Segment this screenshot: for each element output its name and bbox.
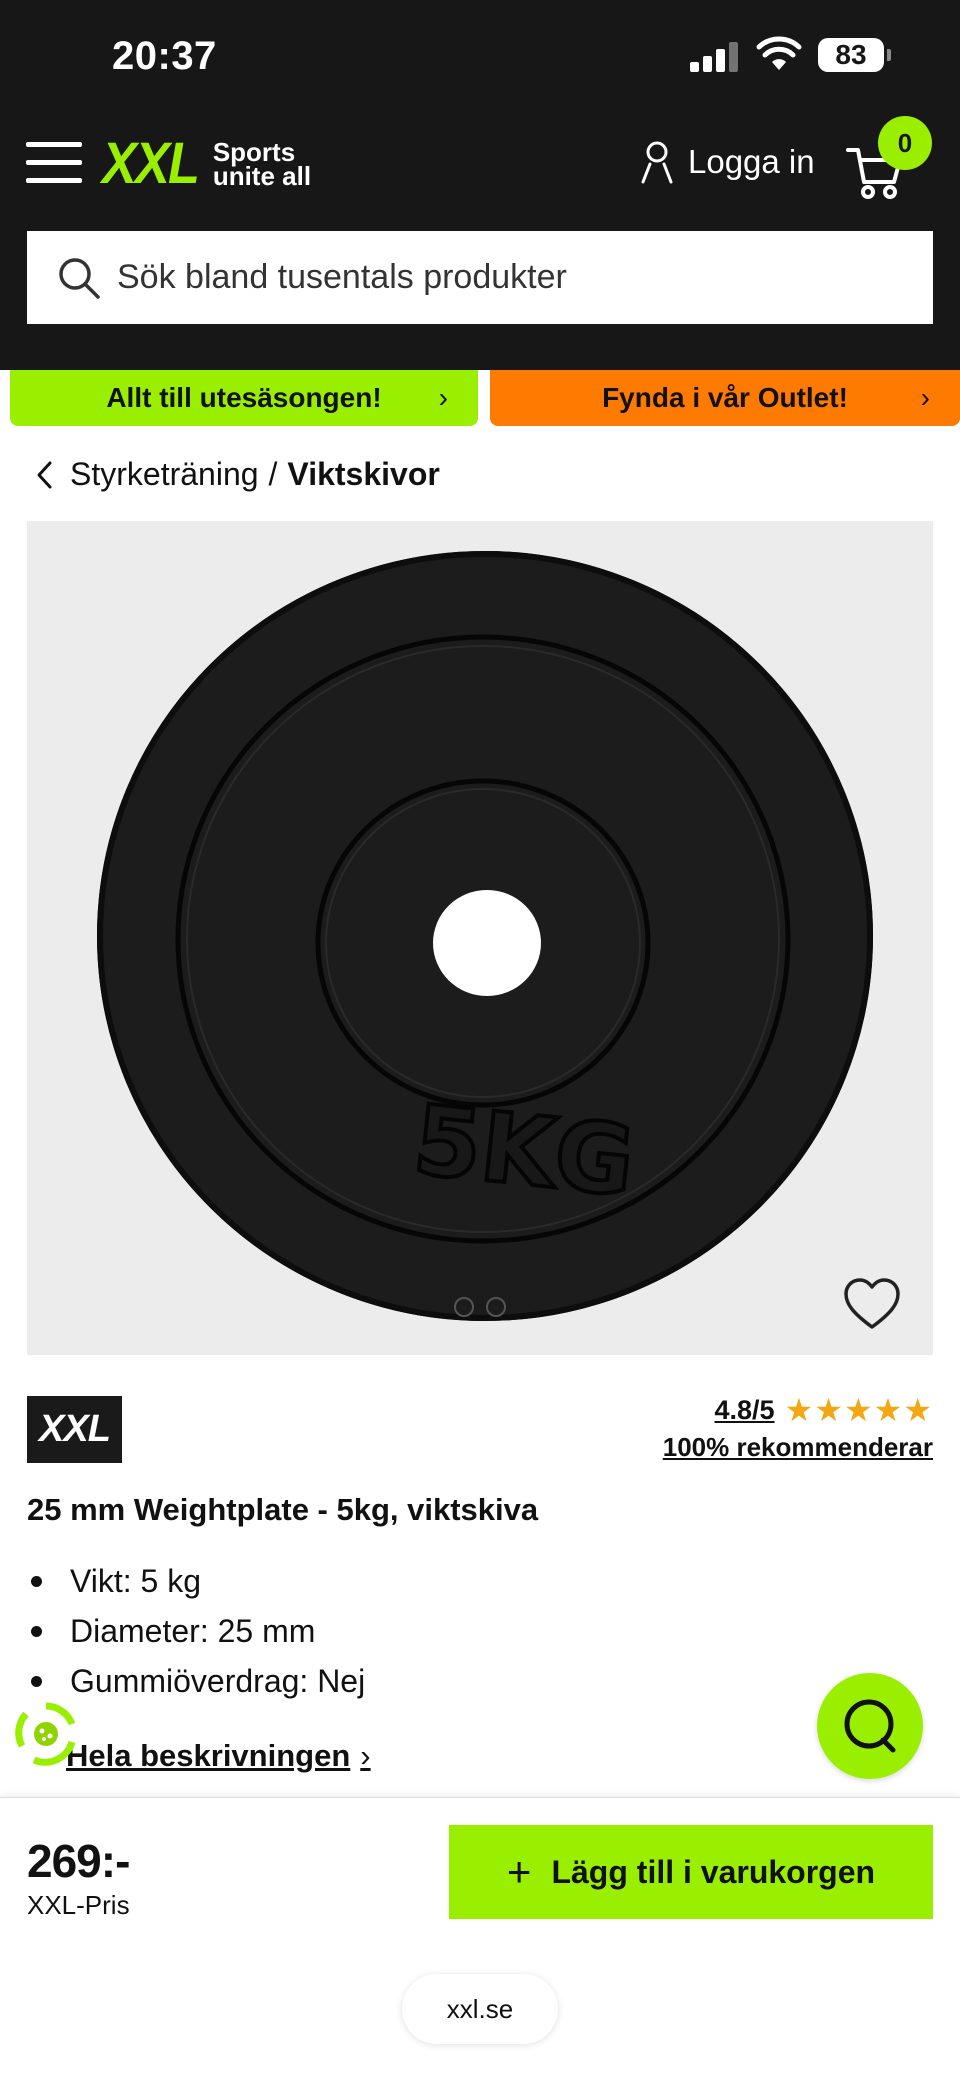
cart-count-badge: 0 xyxy=(878,116,932,170)
cellular-signal-icon xyxy=(690,40,738,72)
promo-outlet-label: Fynda i vår Outlet! xyxy=(602,382,848,413)
full-description-label: Hela beskrivningen xyxy=(66,1738,351,1773)
xxl-logo[interactable]: XXL Sports unite all xyxy=(102,134,311,194)
battery-icon: 83 xyxy=(818,38,891,72)
cookie-consent-icon[interactable] xyxy=(14,1702,78,1766)
product-price: 269:- xyxy=(27,1835,130,1887)
plus-icon: + xyxy=(506,1848,532,1895)
rating-score[interactable]: 4.8/5 xyxy=(715,1395,775,1426)
spec-item: Gummiöverdrag: Nej xyxy=(27,1656,365,1706)
chevron-left-icon[interactable] xyxy=(34,460,56,490)
status-time: 20:37 xyxy=(112,34,217,78)
user-icon xyxy=(641,141,673,184)
recommend-percentage[interactable]: 100% rekommenderar xyxy=(660,1432,933,1463)
search-input[interactable] xyxy=(117,258,877,297)
breadcrumb-current: Viktskivor xyxy=(287,456,440,492)
heart-icon[interactable] xyxy=(843,1277,901,1331)
login-label: Logga in xyxy=(688,143,815,180)
product-specs: Vikt: 5 kg Diameter: 25 mm Gummiöverdrag… xyxy=(27,1556,365,1706)
wifi-icon xyxy=(756,36,802,70)
breadcrumb: Styrketräning / Viktskivor xyxy=(34,456,440,493)
spec-item: Diameter: 25 mm xyxy=(27,1606,365,1656)
login-button[interactable]: Logga in xyxy=(640,140,815,184)
brand-logo[interactable]: XXL xyxy=(27,1396,122,1463)
logo-wordmark: XXL xyxy=(102,131,200,196)
status-bar: 20:37 83 xyxy=(0,0,960,110)
carousel-dots xyxy=(27,1297,933,1317)
add-to-cart-label: Lägg till i varukorgen xyxy=(551,1853,876,1890)
app-header: 20:37 83 XXL Sports unite all Logga in 0… xyxy=(0,0,960,370)
spec-item: Vikt: 5 kg xyxy=(27,1556,365,1606)
chevron-right-icon: › xyxy=(920,382,930,413)
promo-outdoor-season[interactable]: Allt till utesäsongen! › xyxy=(10,370,478,426)
chevron-right-icon: › xyxy=(360,1738,371,1773)
search-bar[interactable] xyxy=(27,231,933,324)
logo-tagline-line2: unite all xyxy=(212,161,312,191)
breadcrumb-separator: / xyxy=(268,456,278,492)
promo-outlet[interactable]: Fynda i vår Outlet! › xyxy=(490,370,960,426)
carousel-dot-2[interactable] xyxy=(486,1297,506,1317)
full-description-link[interactable]: Hela beskrivningen › xyxy=(66,1738,371,1774)
breadcrumb-parent[interactable]: Styrketräning xyxy=(70,456,259,493)
promo-outdoor-label: Allt till utesäsongen! xyxy=(106,382,382,413)
price-label: XXL-Pris xyxy=(27,1890,130,1920)
weight-plate-image: 5KG xyxy=(97,551,873,1321)
product-rating[interactable]: 4.8/5 ★★★★★ 100% rekommenderar xyxy=(660,1394,933,1463)
chevron-right-icon: › xyxy=(438,382,448,413)
browser-url-bar[interactable]: xxl.se xyxy=(402,1974,558,2044)
star-rating-icon: ★★★★★ xyxy=(784,1392,933,1428)
menu-icon[interactable] xyxy=(26,142,82,184)
plate-marking: 5KG xyxy=(409,1084,639,1218)
chat-button[interactable] xyxy=(817,1673,923,1779)
carousel-dot-1[interactable] xyxy=(454,1297,474,1317)
search-icon xyxy=(59,257,100,299)
chat-icon xyxy=(844,1699,896,1753)
product-image-carousel[interactable]: 5KG xyxy=(27,521,933,1355)
logo-tagline: Sports unite all xyxy=(212,139,312,191)
add-to-cart-button[interactable]: + Lägg till i varukorgen xyxy=(449,1825,933,1919)
product-title: 25 mm Weightplate - 5kg, viktskiva xyxy=(27,1492,539,1527)
purchase-bar: 269:- XXL-Pris + Lägg till i varukorgen … xyxy=(0,1797,960,2077)
